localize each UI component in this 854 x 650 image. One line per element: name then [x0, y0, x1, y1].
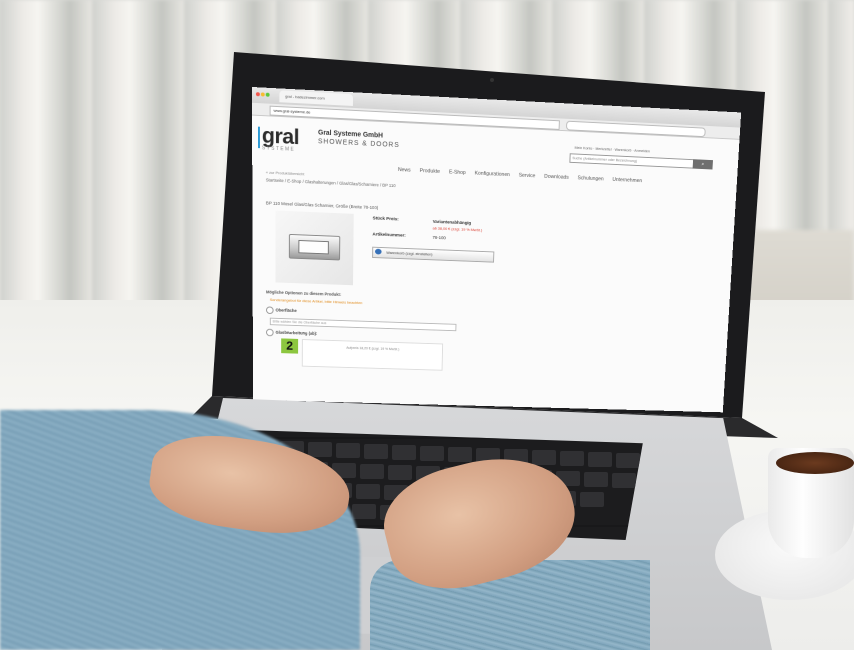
price-value: Variantenabhängig — [432, 219, 472, 226]
options-title: Mögliche Optionen zu diesem Produkt: — [266, 289, 342, 297]
price-note: ab 38,00 € (zzgl. 19 % MwSt.) — [432, 225, 483, 233]
option2-price: Aufpreis 18,20 € (zzgl. 19 % MwSt.) — [301, 339, 444, 371]
account-links[interactable]: Mein Konto · Merkzettel · Warenkorb · An… — [575, 146, 651, 153]
nav-item-eshop[interactable]: E-Shop — [449, 170, 466, 176]
search-button[interactable]: ⌕ — [692, 159, 713, 170]
price-label: Stück Preis: — [372, 216, 399, 223]
company-tagline: SHOWERS & DOORS — [317, 138, 400, 149]
close-icon — [255, 92, 260, 97]
option1-radio[interactable] — [266, 306, 274, 315]
article-value: 78-100 — [432, 235, 446, 241]
options-note: Sonderangebot für diese Artikel, bitte H… — [269, 297, 363, 306]
maximize-icon — [265, 92, 270, 97]
nav-item-downloads[interactable]: Downloads — [544, 174, 569, 181]
article-label: Artikelnummer: — [372, 232, 406, 239]
window-controls[interactable] — [255, 92, 274, 99]
option2-radio[interactable] — [266, 328, 274, 337]
webpage: gral - badezimmer.com www.gral-systeme.d… — [252, 87, 742, 413]
nav-item-service[interactable]: Service — [519, 173, 536, 179]
nav-item-produkte[interactable]: Produkte — [420, 168, 440, 175]
nav-item-schulungen[interactable]: Schulungen — [577, 175, 603, 182]
product-title: BP 110 Mosel Glas/Glas Scharnier, Größe … — [265, 200, 379, 211]
cart-icon — [374, 248, 382, 255]
main-nav: News Produkte E-Shop Konfigurationen Ser… — [398, 167, 650, 184]
option1-select[interactable]: Bitte wählen Sie die Oberfläche aus — [269, 317, 457, 332]
coffee — [776, 452, 854, 474]
back-link[interactable]: « zur Produktübersicht — [266, 170, 305, 177]
nav-item-konfigurationen[interactable]: Konfigurationen — [475, 171, 510, 178]
browser-tab[interactable]: gral - badezimmer.com — [279, 90, 354, 106]
hinge-plate — [298, 239, 329, 255]
nav-item-unternehmen[interactable]: Unternehmen — [612, 177, 642, 184]
step-badge: 2 — [281, 338, 299, 354]
search-icon: ⌕ — [701, 161, 705, 168]
breadcrumb[interactable]: Startseite / E-Shop / Glashalterungen / … — [266, 177, 396, 188]
minimize-icon — [260, 92, 265, 97]
add-to-cart-button[interactable]: Warenkorb (zzgl. einstellen) — [372, 246, 495, 263]
logo-subtitle: SYSTEME — [261, 145, 296, 153]
site-search-input[interactable]: Suche (Artikelnummer oder Bezeichnung) — [569, 153, 695, 169]
option1-label: Oberfläche — [275, 307, 297, 314]
nav-item-news[interactable]: News — [398, 167, 411, 173]
option2-label: Glasbearbeitung (ab): — [275, 329, 318, 336]
logo-accent — [257, 126, 260, 149]
